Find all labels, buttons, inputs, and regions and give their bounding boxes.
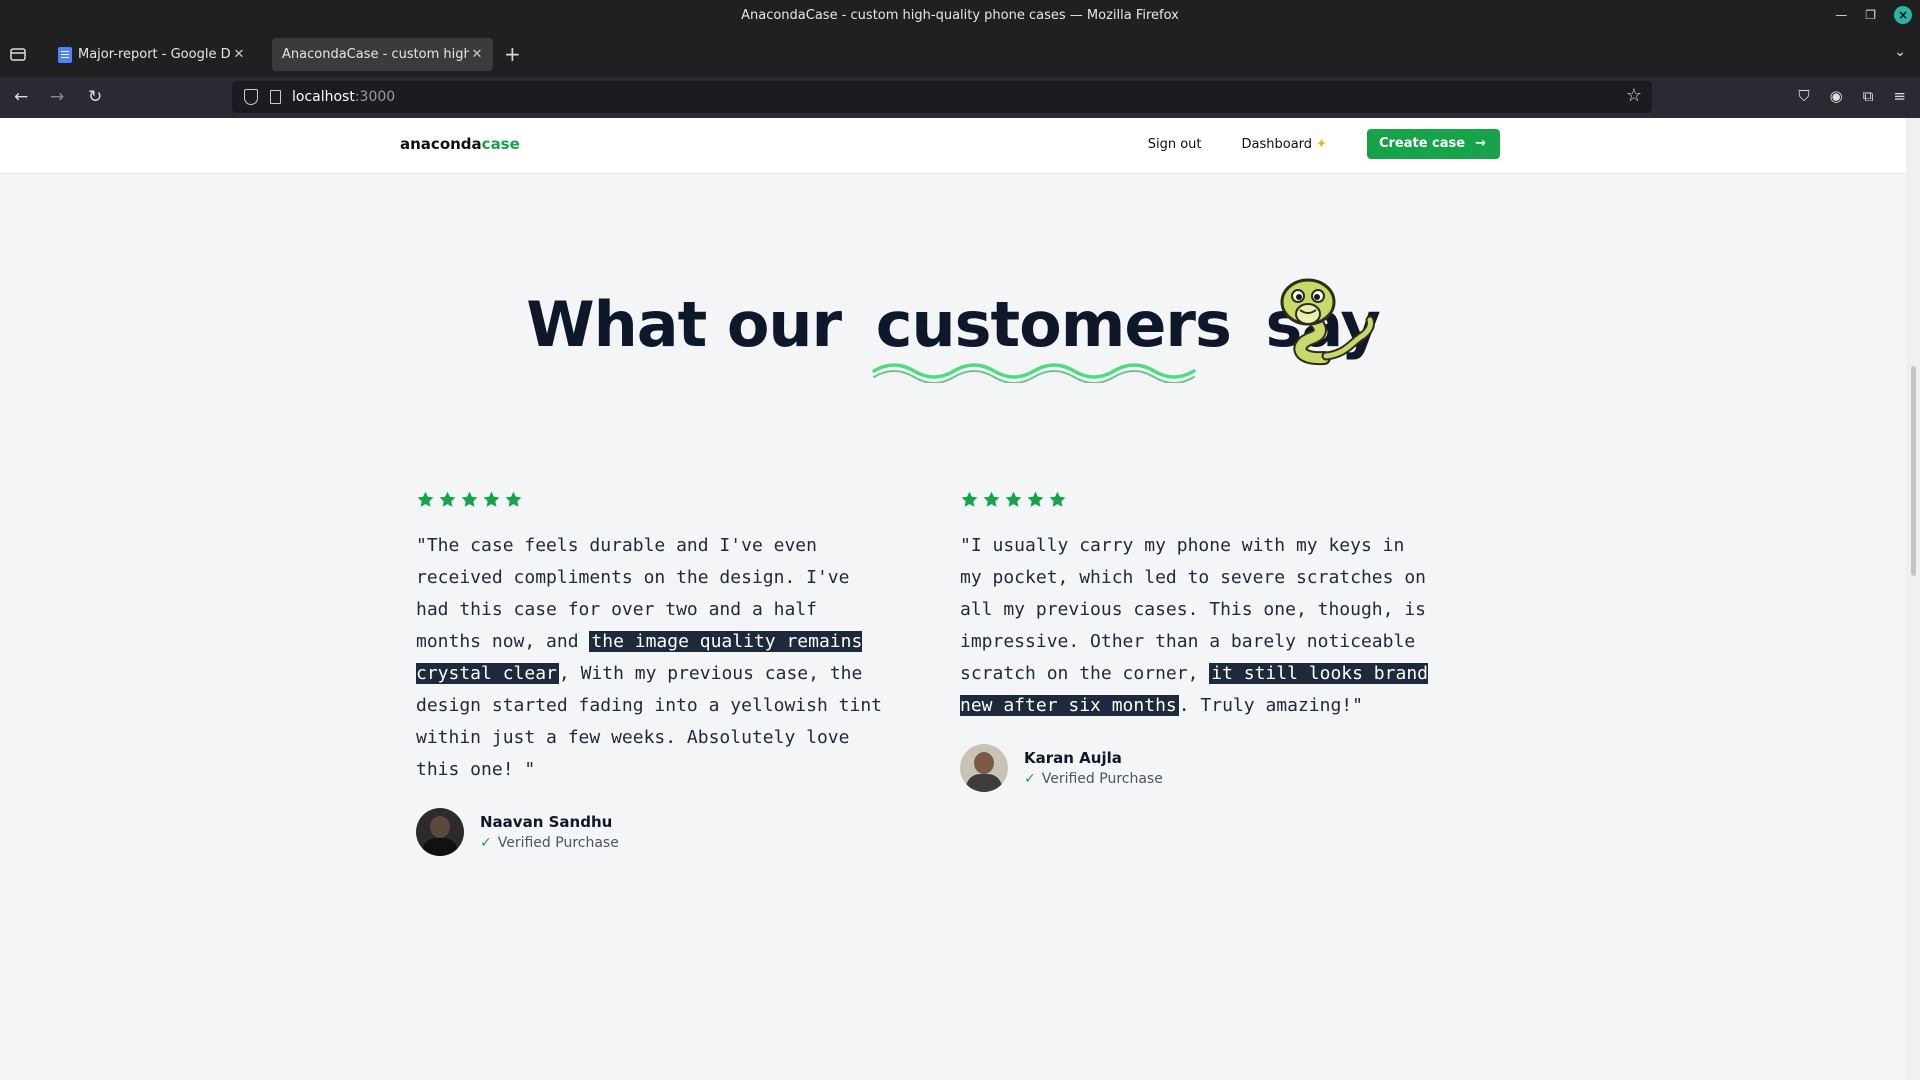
tab-anacondacase[interactable]: AnacondaCase - custom high-q ✕ [272, 38, 493, 71]
avatar [960, 744, 1008, 792]
bookmark-star-icon[interactable]: ☆ [1626, 85, 1642, 106]
url-bar[interactable]: localhost:3000 ☆ [232, 81, 1652, 113]
tab-list-icon[interactable] [10, 46, 28, 62]
google-docs-icon [58, 46, 72, 63]
star-icon [1027, 491, 1044, 507]
star-icon [483, 491, 500, 507]
star-icon [983, 491, 1000, 507]
extensions-icon[interactable]: ⧉ [1863, 87, 1874, 105]
star-icon [505, 491, 522, 507]
page-icon[interactable] [270, 90, 281, 104]
chevron-down-icon[interactable]: ⌄ [1894, 44, 1906, 60]
testimonials-heading-wrap: What our customers say [0, 288, 1906, 383]
close-tab-icon[interactable]: ✕ [469, 47, 485, 62]
site-header: anacondacase Sign out Dashboard ✦ Create … [0, 118, 1906, 174]
shield-icon[interactable] [244, 89, 258, 105]
url-text[interactable]: localhost:3000 [292, 89, 395, 105]
reload-icon[interactable]: ↻ [88, 87, 102, 107]
window-controls: — ❐ × [1835, 6, 1912, 24]
star-icon [439, 491, 456, 507]
wave-underline-icon [871, 363, 1196, 383]
pocket-icon[interactable]: ⛉ [1798, 87, 1809, 105]
reviewer: Naavan Sandhu ✓ Verified Purchase [416, 808, 886, 856]
review-card: "The case feels durable and I've even re… [416, 490, 886, 856]
check-icon: ✓ [1024, 771, 1036, 787]
verified-badge: ✓ Verified Purchase [1024, 771, 1163, 787]
tab-label: Major-report - Google Docs [78, 47, 231, 62]
account-icon[interactable]: ◉ [1830, 87, 1843, 105]
tab-bar: Major-report - Google Docs ✕ AnacondaCas… [0, 32, 1920, 77]
testimonials-heading: What our customers say [526, 288, 1381, 383]
heading-highlight: customers [871, 288, 1232, 383]
create-case-button[interactable]: Create case → [1366, 129, 1500, 159]
arrow-right-icon: → [1475, 136, 1486, 151]
web-page: anacondacase Sign out Dashboard ✦ Create … [0, 118, 1906, 1080]
reviewer: Karan Aujla ✓ Verified Purchase [960, 744, 1430, 792]
star-icon [417, 491, 434, 507]
site-logo[interactable]: anacondacase [400, 135, 520, 153]
scrollbar-thumb[interactable] [1911, 366, 1916, 576]
close-window-icon[interactable]: × [1894, 6, 1912, 24]
menu-icon[interactable]: ≡ [1893, 87, 1906, 105]
site-nav-links: Sign out Dashboard ✦ Create case → [1148, 129, 1500, 159]
sign-out-link[interactable]: Sign out [1148, 137, 1202, 152]
star-icon [1049, 491, 1066, 507]
snake-mascot-icon [1280, 278, 1375, 366]
review-card: "I usually carry my phone with my keys i… [960, 490, 1430, 792]
forward-icon[interactable]: → [50, 87, 64, 107]
toolbar-right: ⛉ ◉ ⧉ ≡ [1798, 87, 1906, 105]
star-rating [960, 490, 1430, 514]
window-title: AnacondaCase - custom high-quality phone… [741, 8, 1179, 23]
tab-label: AnacondaCase - custom high-q [282, 47, 469, 62]
star-icon [961, 491, 978, 507]
window-titlebar: AnacondaCase - custom high-quality phone… [0, 0, 1920, 32]
star-rating [416, 490, 886, 514]
reviewer-name: Naavan Sandhu [480, 813, 613, 831]
star-icon [461, 491, 478, 507]
close-tab-icon[interactable]: ✕ [231, 47, 247, 62]
navigation-bar: ← → ↻ localhost:3000 ☆ ⛉ ◉ ⧉ ≡ [0, 77, 1920, 118]
restore-icon[interactable]: ❐ [1865, 6, 1876, 24]
new-tab-icon[interactable]: + [504, 42, 521, 66]
review-text: "I usually carry my phone with my keys i… [960, 535, 1428, 716]
check-icon: ✓ [480, 835, 492, 851]
dashboard-link[interactable]: Dashboard ✦ [1242, 137, 1327, 152]
verified-badge: ✓ Verified Purchase [480, 835, 619, 851]
star-icon [1005, 491, 1022, 507]
back-icon[interactable]: ← [14, 87, 28, 107]
page-scrollbar[interactable] [1906, 118, 1920, 1080]
review-text: "The case feels durable and I've even re… [416, 535, 882, 780]
sparkles-icon: ✦ [1316, 136, 1327, 152]
tab-google-docs[interactable]: Major-report - Google Docs ✕ [50, 38, 255, 71]
avatar [416, 808, 464, 856]
minimize-icon[interactable]: — [1835, 6, 1847, 24]
reviewer-name: Karan Aujla [1024, 749, 1122, 767]
